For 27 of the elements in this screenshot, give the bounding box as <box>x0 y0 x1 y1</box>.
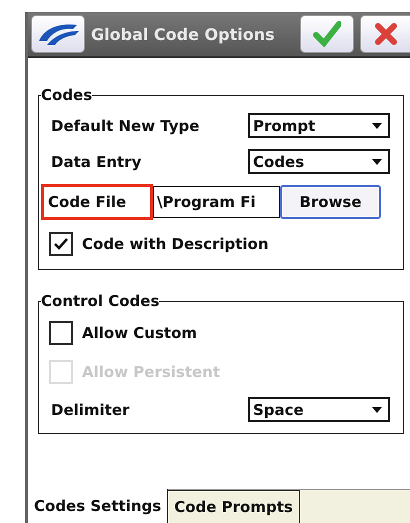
browse-button[interactable]: Browse <box>280 185 381 219</box>
field-label: Delimiter <box>51 400 130 418</box>
accept-button[interactable] <box>300 15 354 53</box>
field-label: Data Entry <box>51 152 142 170</box>
dropdown-arrow-icon <box>372 122 382 128</box>
file-path-field[interactable]: \Program Fi <box>153 186 280 218</box>
window-title: Global Code Options <box>91 24 276 44</box>
tab[interactable]: Code Prompts <box>168 490 300 523</box>
dropdown-arrow-icon <box>372 158 382 164</box>
dropdown[interactable]: Codes <box>248 149 390 174</box>
close-icon <box>374 22 398 46</box>
tab[interactable]: Codes Settings <box>28 489 168 523</box>
field-label: Default New Type <box>51 116 200 134</box>
check-icon <box>313 21 341 47</box>
dropdown-arrow-icon <box>372 406 382 412</box>
group-title: Codes <box>41 86 92 104</box>
dropdown[interactable]: Prompt <box>248 113 390 138</box>
checkbox-label: Code with Description <box>82 235 269 253</box>
checkbox[interactable] <box>49 232 73 256</box>
group-title: Control Codes <box>41 292 160 310</box>
field-label: Code File <box>41 184 153 220</box>
dropdown[interactable]: Space <box>248 397 390 422</box>
close-button[interactable] <box>360 15 410 53</box>
checkmark-icon <box>54 238 68 250</box>
checkbox-label: Allow Custom <box>82 324 197 342</box>
menu-button[interactable] <box>31 15 85 53</box>
checkbox[interactable] <box>49 321 73 345</box>
